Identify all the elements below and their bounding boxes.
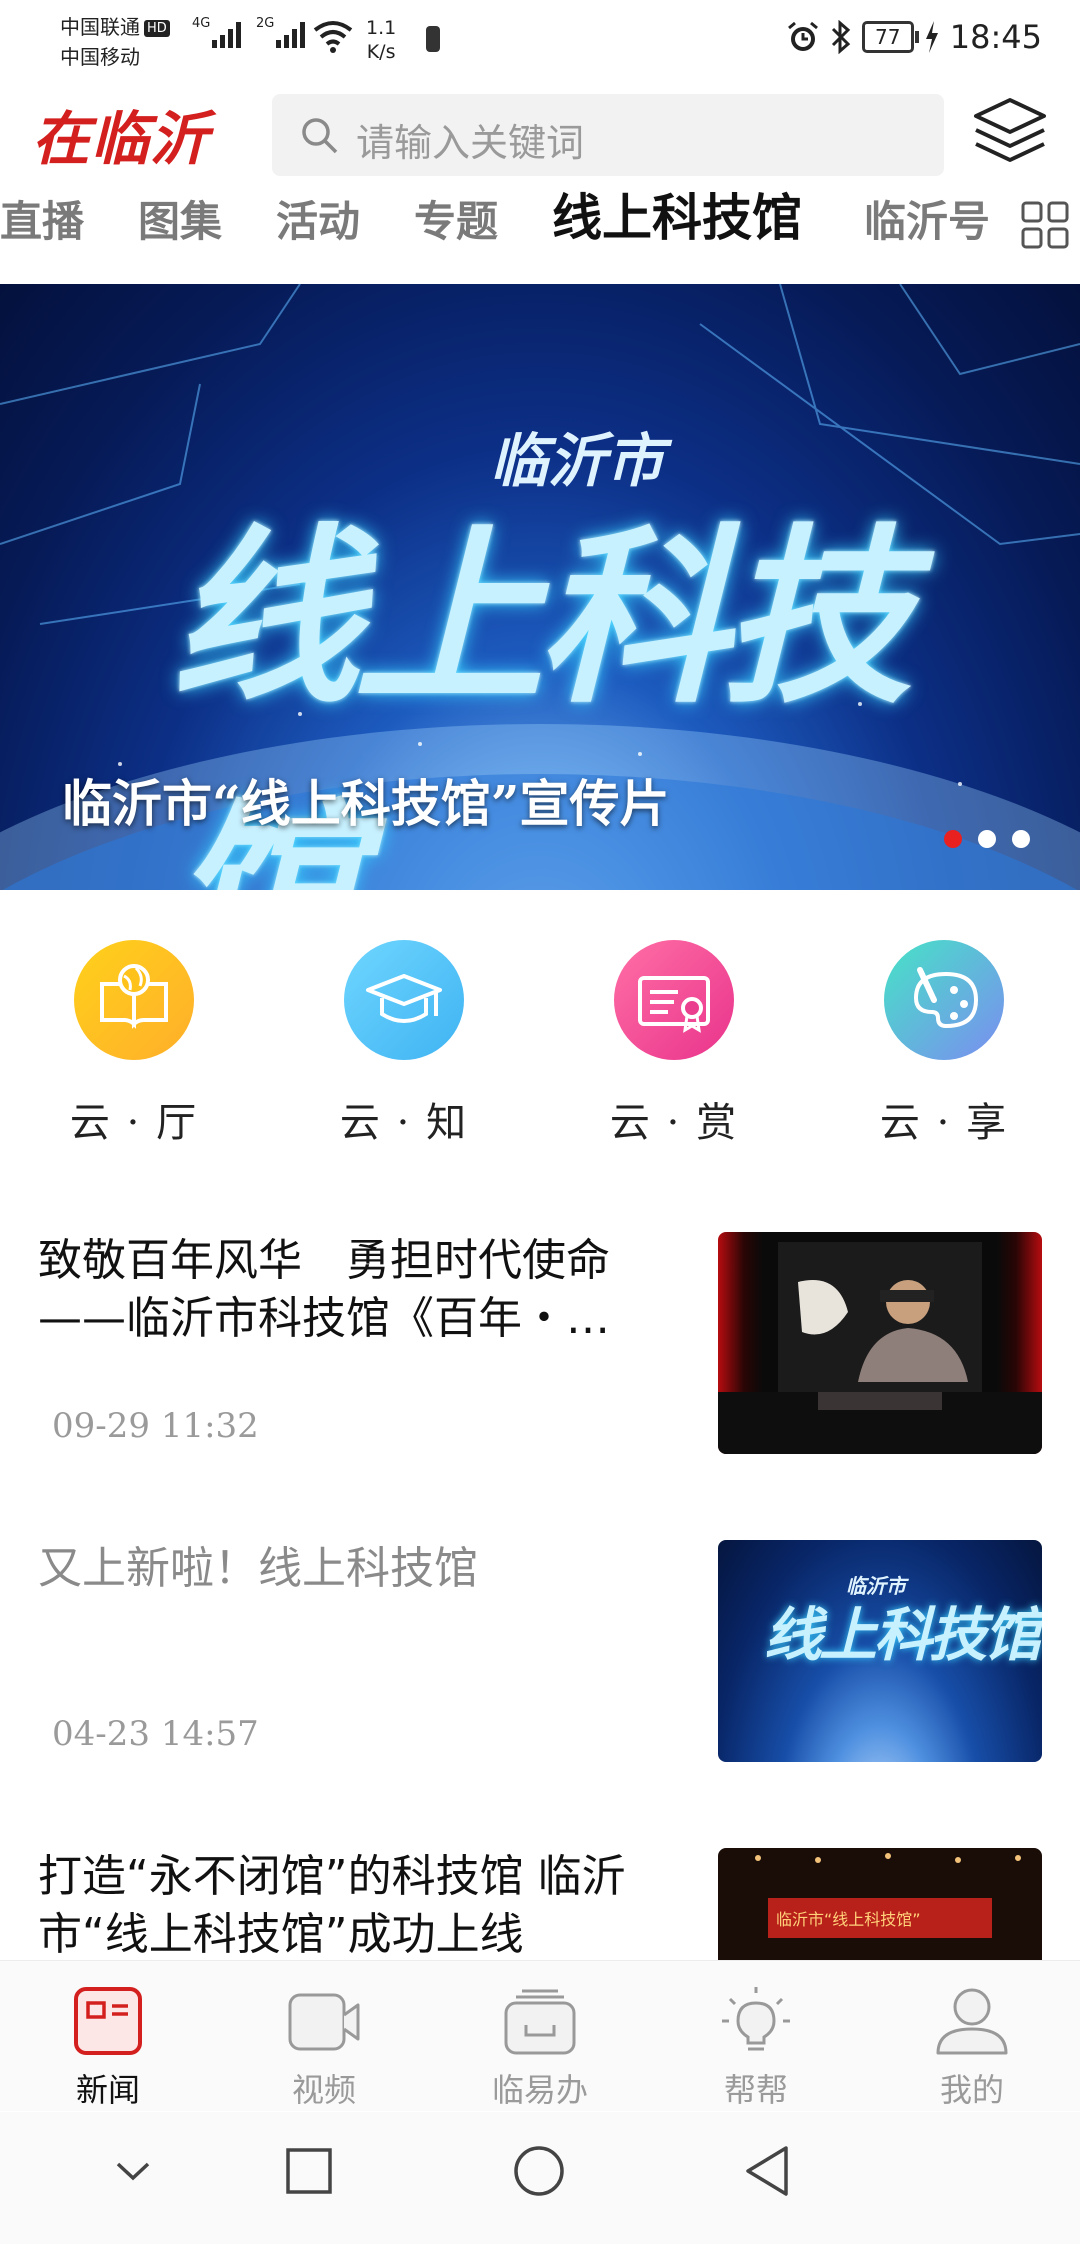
thumbnail-title: 线上科技馆 [764, 1601, 1042, 1669]
tab-linyi-account[interactable]: 临沂号 [864, 192, 990, 252]
status-right: 77 18:45 [786, 18, 1042, 56]
nav-label: 新闻 [75, 2071, 140, 2109]
bluetooth-icon [831, 20, 850, 54]
news-item[interactable]: 致敬百年风华 勇担时代使命——临沂市科技馆《百年・… 09-29 11:32 [0, 1232, 1080, 1472]
clock: 18:45 [949, 18, 1042, 56]
tab-live[interactable]: 直播 [0, 192, 84, 252]
network-speed: 1.1 K/s [366, 16, 396, 64]
news-item[interactable]: 又上新啦！线上科技馆 04-23 14:57 临沂市 线上科技馆 [0, 1540, 1080, 1780]
book-globe-icon [74, 940, 194, 1060]
thumbnail-banner-text: 临沂市“线上科技馆” [776, 1910, 921, 1929]
news-item[interactable]: 打造“永不闭馆”的科技馆 临沂市“线上科技馆”成功上线 临沂市“线上科技馆” [0, 1848, 1080, 1968]
hd-badge: HD [144, 20, 170, 37]
banner-carousel[interactable]: 临沂市 线上科技馆 临沂市“线上科技馆”宣传片 [0, 284, 1080, 890]
news-thumbnail [718, 1232, 1042, 1454]
back-icon[interactable] [742, 2144, 792, 2198]
category-cloud-hall[interactable]: 云 · 厅 [44, 940, 224, 1148]
tab-online-science-museum[interactable]: 线上科技馆 [552, 188, 802, 248]
layers-icon[interactable] [972, 96, 1048, 168]
news-time: 09-29 11:32 [52, 1406, 259, 1446]
news-title: 打造“永不闭馆”的科技馆 临沂市“线上科技馆”成功上线 [38, 1851, 626, 1960]
nav-help[interactable]: 帮帮 [676, 1985, 836, 2111]
app-header: 在临沂 请输入关键词 [0, 86, 1080, 180]
news-icon [74, 1987, 142, 2055]
bottom-tab-bar: 新闻 视频 临易办 帮帮 我的 [0, 1960, 1080, 2111]
battery-indicator: 77 [861, 21, 919, 53]
signal-1-label: 4G [192, 16, 211, 31]
certificate-icon [614, 940, 734, 1060]
signal-2-label: 2G [256, 16, 275, 31]
nav-news[interactable]: 新闻 [28, 1985, 188, 2111]
palette-icon [884, 940, 1004, 1060]
carrier-info: 中国联通 HD 中国移动 [60, 12, 170, 72]
carousel-dot-active [944, 830, 962, 848]
category-label: 云 · 厅 [69, 1100, 199, 1146]
chevron-down-icon[interactable] [110, 2148, 156, 2194]
lightbulb-icon [722, 1987, 790, 2051]
nav-label: 视频 [291, 2071, 356, 2109]
carrier-2: 中国移动 [60, 45, 140, 69]
category-label: 云 · 享 [879, 1100, 1009, 1146]
search-placeholder: 请输入关键词 [356, 121, 585, 165]
wifi-icon [313, 21, 353, 53]
nav-label: 帮帮 [723, 2071, 788, 2109]
news-time: 04-23 14:57 [52, 1714, 259, 1754]
alarm-icon [787, 21, 818, 51]
news-title: 致敬百年风华 勇担时代使命——临沂市科技馆《百年・… [38, 1235, 610, 1344]
graduation-cap-icon [344, 940, 464, 1060]
search-input[interactable]: 请输入关键词 [272, 94, 944, 176]
user-icon [936, 1988, 1008, 2055]
category-cloud-share[interactable]: 云 · 享 [854, 940, 1034, 1148]
recent-apps-icon[interactable] [284, 2146, 334, 2196]
news-title: 又上新啦！线上科技馆 [38, 1543, 478, 1594]
speed-value: 1.1 [366, 17, 397, 39]
app-logo: 在临沂 [32, 105, 210, 173]
services-icon [504, 1989, 576, 2055]
search-icon [302, 118, 338, 154]
nav-video[interactable]: 视频 [244, 1985, 404, 2111]
category-cloud-knowledge[interactable]: 云 · 知 [314, 940, 494, 1148]
home-icon[interactable] [512, 2144, 566, 2198]
system-navigation-bar [0, 2112, 1080, 2244]
carousel-indicator [944, 830, 1030, 848]
category-shortcuts: 云 · 厅 云 · 知 云 · 赏 云 · 享 [0, 940, 1080, 1150]
category-cloud-appreciate[interactable]: 云 · 赏 [584, 940, 764, 1148]
charging-icon [925, 21, 938, 53]
tab-events[interactable]: 活动 [276, 192, 360, 252]
status-bar: 中国联通 HD 中国移动 4G 2G 1.1 K/s 77 18:45 [0, 0, 1080, 84]
category-label: 云 · 知 [339, 1100, 469, 1146]
banner-caption: 临沂市“线上科技馆”宣传片 [62, 774, 670, 833]
channel-grid-icon[interactable] [1020, 200, 1070, 250]
news-thumbnail: 临沂市 线上科技馆 [718, 1540, 1042, 1762]
carrier-1: 中国联通 [60, 15, 140, 39]
video-icon [288, 1993, 360, 2051]
signal-icon: 2G [256, 16, 305, 48]
tab-topics[interactable]: 专题 [414, 192, 498, 252]
category-label: 云 · 赏 [609, 1100, 739, 1146]
news-thumbnail: 临沂市“线上科技馆” [718, 1848, 1042, 1968]
notification-icon [426, 26, 440, 52]
carousel-dot [978, 830, 996, 848]
carousel-dot [1012, 830, 1030, 848]
tab-gallery[interactable]: 图集 [138, 192, 222, 252]
signal-icon: 4G [192, 16, 241, 48]
nav-label: 我的 [939, 2071, 1004, 2109]
nav-profile[interactable]: 我的 [892, 1985, 1052, 2111]
channel-tabs: 直播 图集 活动 专题 线上科技馆 临沂号 [0, 189, 1080, 262]
nav-linyiban[interactable]: 临易办 [460, 1985, 620, 2111]
speed-unit: K/s [366, 41, 396, 63]
nav-label: 临易办 [491, 2071, 588, 2109]
